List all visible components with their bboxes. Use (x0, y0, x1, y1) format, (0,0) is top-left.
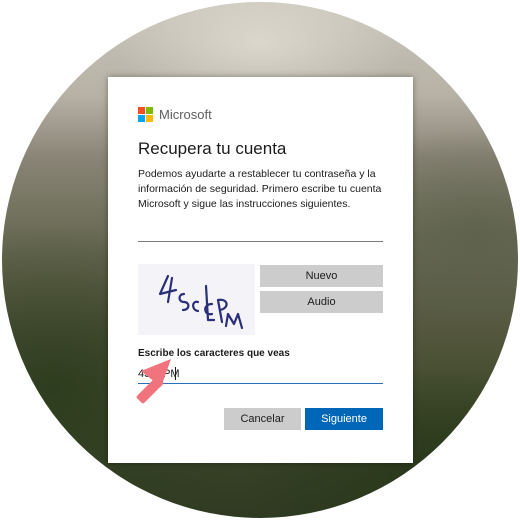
new-captcha-button[interactable]: Nuevo (260, 265, 383, 287)
arrow-pointer-icon (136, 359, 171, 404)
dialog-description: Podemos ayudarte a restablecer tu contra… (138, 168, 382, 210)
microsoft-logo: Microsoft (138, 107, 212, 122)
account-input[interactable] (138, 241, 383, 242)
page-title: Recupera tu cuenta (138, 139, 287, 158)
next-button[interactable]: Siguiente (305, 408, 383, 430)
captcha-glyphs (158, 274, 244, 330)
brand-name: Microsoft (159, 107, 212, 122)
microsoft-logo-icon (138, 107, 153, 122)
cancel-button[interactable]: Cancelar (224, 408, 301, 430)
captcha-image (138, 264, 255, 335)
audio-captcha-button[interactable]: Audio (260, 291, 383, 313)
